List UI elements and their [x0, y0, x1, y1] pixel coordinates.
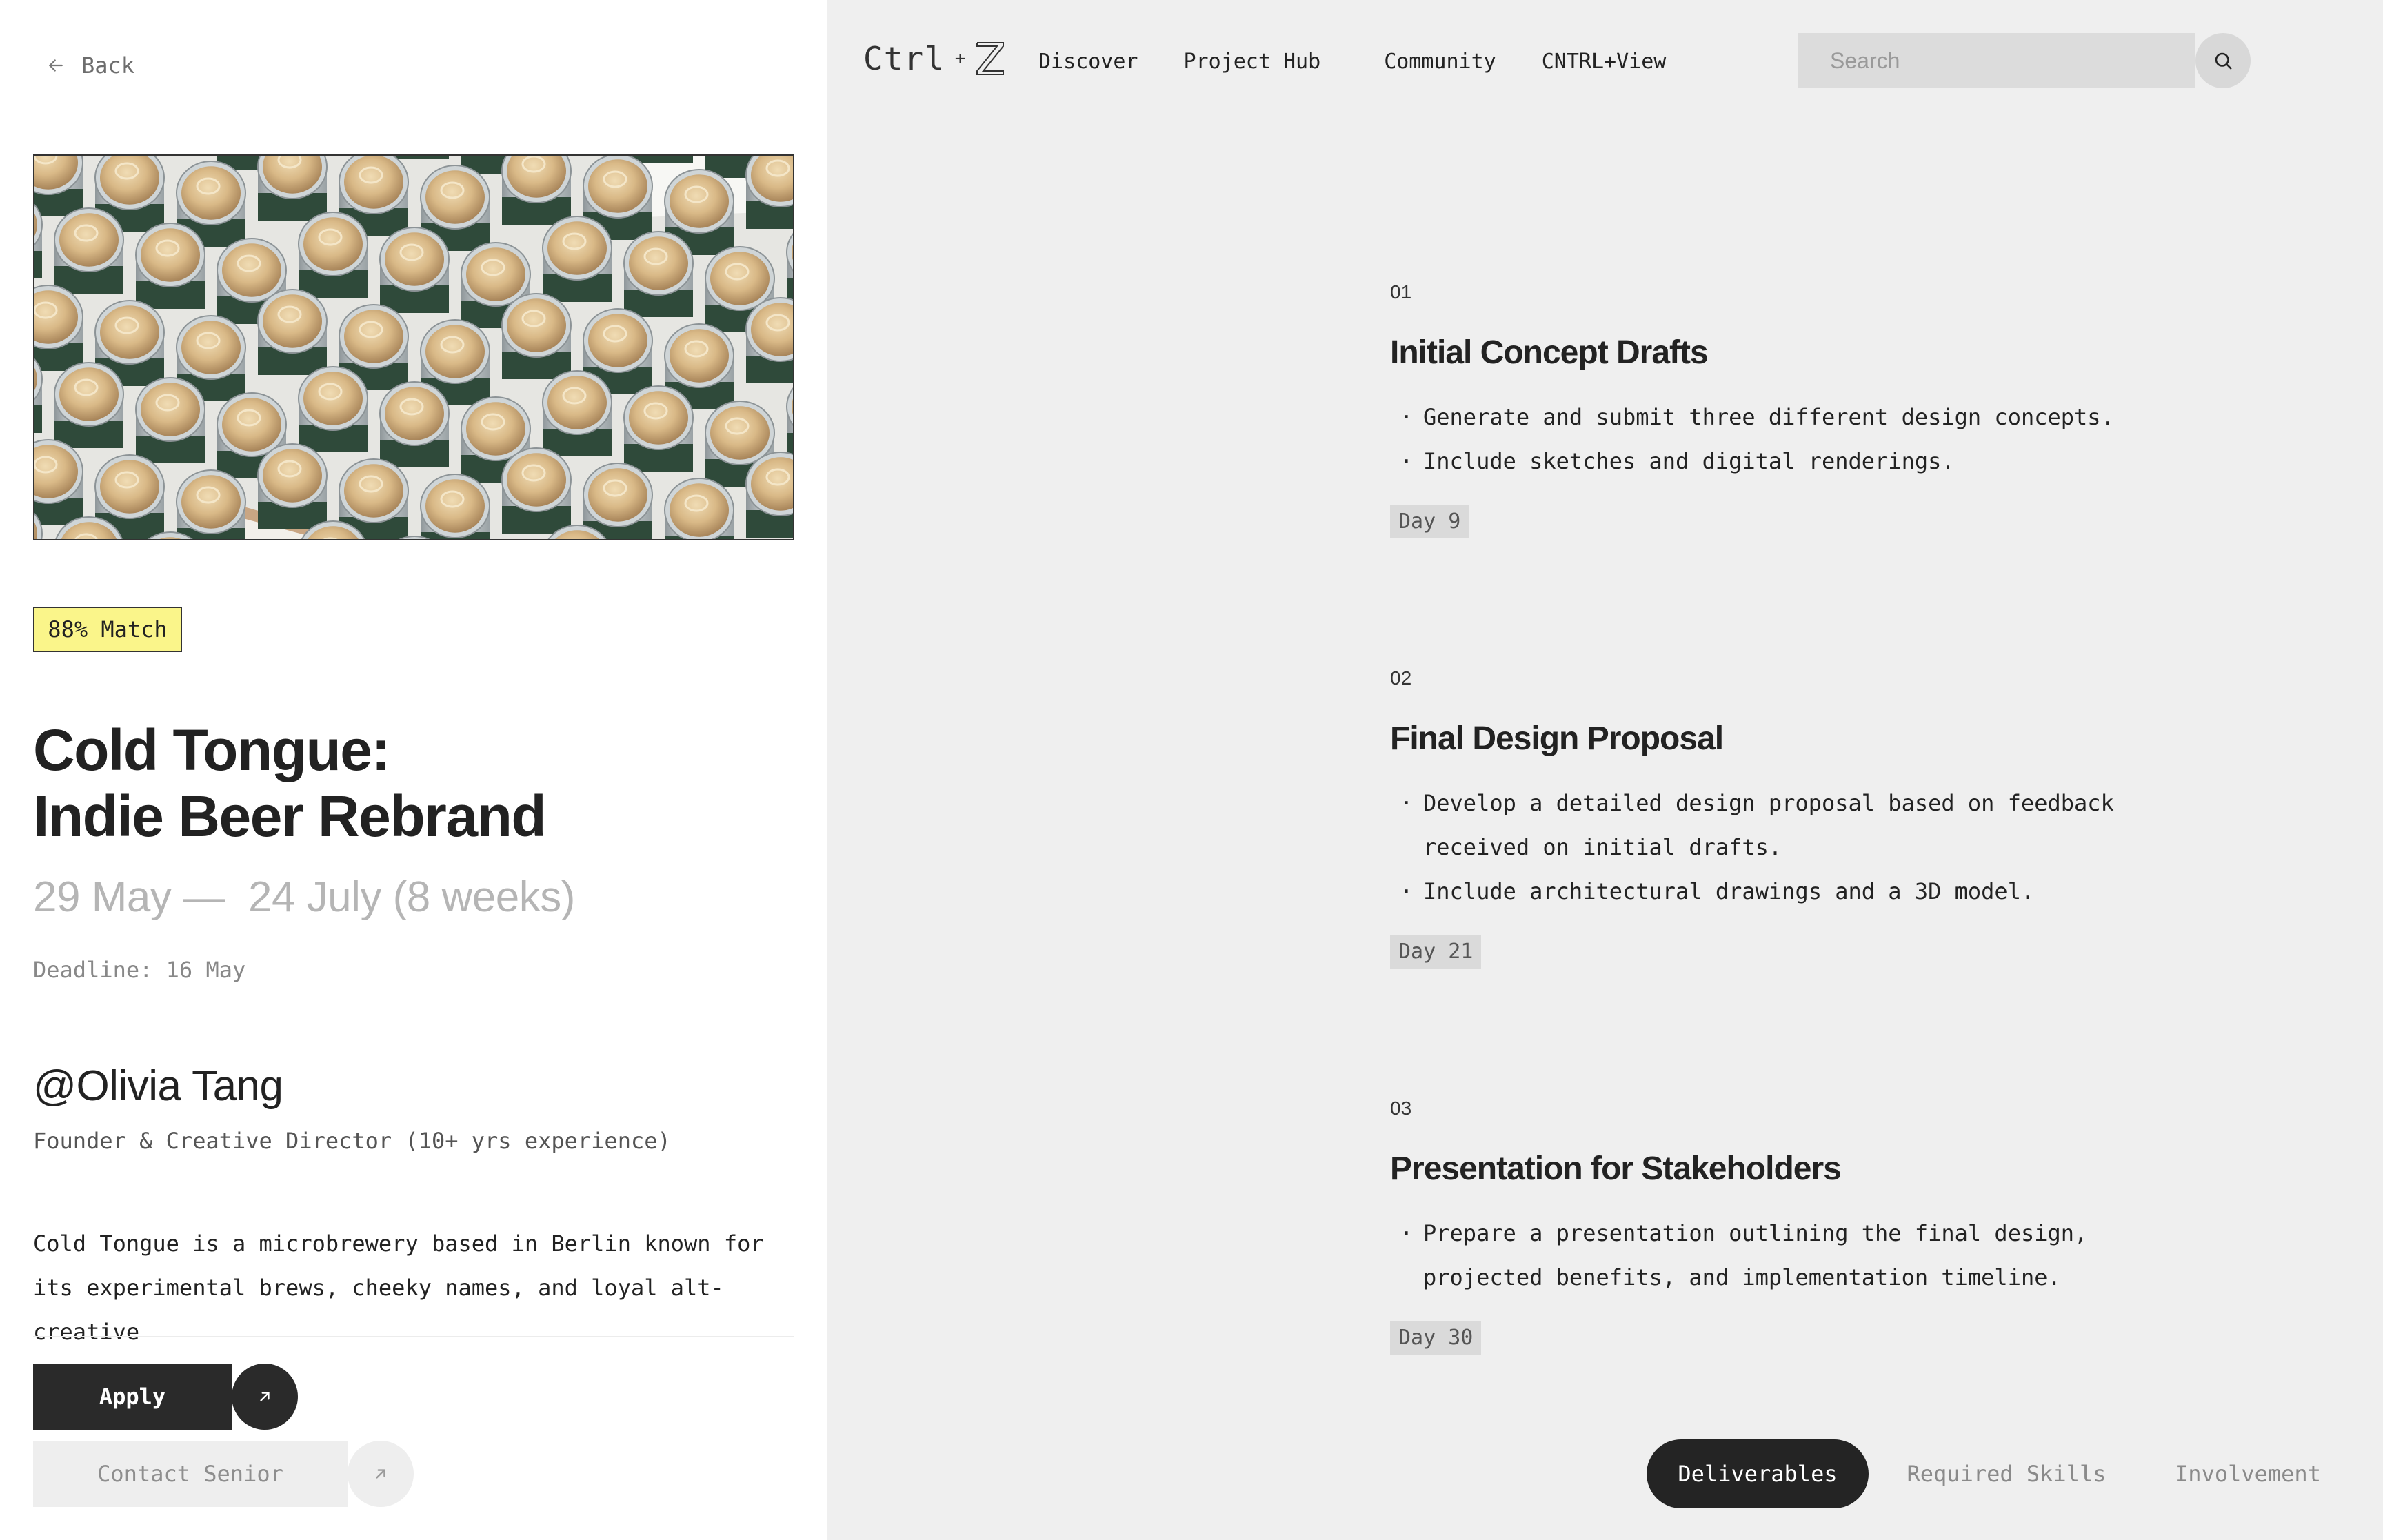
- deliverable-bullet: Generate and submit three different desi…: [1390, 395, 2190, 439]
- can-graphic: [542, 370, 612, 456]
- can-graphic: [135, 377, 205, 463]
- search-button[interactable]: [2195, 33, 2251, 88]
- can-graphic: [623, 231, 694, 317]
- deliverable-bullets: Develop a detailed design proposal based…: [1390, 781, 2286, 913]
- apply-arrow-button[interactable]: [232, 1364, 298, 1430]
- tab-involvement[interactable]: Involvement: [2144, 1439, 2351, 1508]
- can-graphic: [34, 439, 83, 525]
- deliverable-item: 03 Presentation for Stakeholders Prepare…: [1390, 1097, 2286, 1355]
- beer-cans-illustration: [34, 156, 793, 539]
- search-input[interactable]: [1830, 48, 2195, 74]
- project-detail-panel: Back 88% Match Cold Tongue: Indie Beer R…: [0, 0, 827, 1540]
- can-graphic: [298, 212, 368, 298]
- can-graphic: [664, 478, 734, 539]
- main-content: Ctrl + Discover Project Hub Community CN…: [827, 0, 2383, 1540]
- nav-community[interactable]: Community: [1384, 50, 1496, 74]
- deliverable-item: 01 Initial Concept Drafts Generate and s…: [1390, 281, 2286, 538]
- owner-role: Founder & Creative Director (10+ yrs exp…: [33, 1128, 671, 1154]
- contact-arrow-button[interactable]: [348, 1441, 414, 1507]
- ctrlz-logo[interactable]: Ctrl +: [863, 40, 1005, 77]
- can-graphic: [501, 293, 572, 379]
- deliverable-bullet: Develop a detailed design proposal based…: [1390, 781, 2190, 869]
- back-button[interactable]: Back: [46, 52, 134, 79]
- deliverable-bullets: Prepare a presentation outlining the fin…: [1390, 1211, 2286, 1299]
- match-badge: 88% Match: [33, 607, 182, 652]
- deliverable-day-tag: Day 21: [1390, 935, 1482, 969]
- can-graphic: [745, 452, 793, 538]
- nav-cntrl-view[interactable]: CNTRL+View: [1542, 50, 1667, 74]
- project-description: Cold Tongue is a microbrewery based in B…: [33, 1230, 764, 1345]
- nav-project-hub[interactable]: Project Hub: [1184, 50, 1321, 74]
- project-title: Cold Tongue: Indie Beer Rebrand: [33, 717, 792, 849]
- apply-button[interactable]: Apply: [33, 1364, 232, 1430]
- deliverable-day-tag: Day 30: [1390, 1321, 1482, 1355]
- deliverable-number: 03: [1390, 1097, 1412, 1119]
- can-graphic: [54, 207, 124, 294]
- can-graphic: [176, 469, 246, 539]
- can-graphic: [379, 227, 450, 313]
- logo-z-mark-icon: [976, 42, 1005, 75]
- deliverable-title: Final Design Proposal: [1390, 720, 1724, 757]
- can-graphic: [257, 156, 328, 221]
- divider: [33, 1336, 794, 1337]
- project-deadline: Deadline: 16 May: [33, 957, 246, 983]
- section-tabs: Deliverables Required Skills Involvement: [1647, 1439, 2351, 1508]
- can-graphic: [623, 385, 694, 472]
- can-graphic: [54, 362, 124, 448]
- deliverable-day-tag: Day 9: [1390, 505, 1469, 538]
- contact-senior-button[interactable]: Contact Senior: [33, 1441, 348, 1507]
- logo-plus: +: [954, 48, 966, 69]
- deliverable-title: Presentation for Stakeholders: [1390, 1151, 1842, 1187]
- project-hero-image: [33, 154, 794, 540]
- deliverable-number: 01: [1390, 281, 1412, 303]
- can-graphic: [745, 297, 793, 383]
- tab-deliverables[interactable]: Deliverables: [1647, 1439, 1869, 1508]
- deliverable-bullets: Generate and submit three different desi…: [1390, 395, 2286, 483]
- back-label: Back: [81, 52, 135, 79]
- nav-discover[interactable]: Discover: [1038, 50, 1138, 74]
- deliverable-item: 02 Final Design Proposal Develop a detai…: [1390, 667, 2286, 969]
- arrow-left-icon: [49, 59, 63, 72]
- deliverable-bullet: Prepare a presentation outlining the fin…: [1390, 1211, 2190, 1299]
- project-dates: 29 May — 24 July (8 weeks): [33, 873, 575, 921]
- can-graphic: [501, 156, 572, 225]
- can-graphic: [501, 447, 572, 534]
- can-graphic: [379, 381, 450, 467]
- can-graphic: [745, 156, 793, 229]
- can-graphic: [34, 156, 83, 216]
- can-graphic: [542, 216, 612, 302]
- search-icon: [2215, 52, 2232, 70]
- tab-required-skills[interactable]: Required Skills: [1869, 1439, 2144, 1508]
- arrow-up-right-icon: [376, 1469, 385, 1479]
- arrow-up-right-icon: [260, 1392, 270, 1401]
- can-graphic: [257, 289, 328, 375]
- owner-handle[interactable]: @Olivia Tang: [33, 1062, 283, 1111]
- can-graphic: [298, 366, 368, 452]
- main-nav: Discover Project Hub Community CNTRL+Vie…: [1038, 50, 1666, 74]
- can-graphic: [34, 285, 83, 371]
- deliverable-title: Initial Concept Drafts: [1390, 334, 1709, 371]
- deliverable-bullet: Include sketches and digital renderings.: [1390, 439, 2190, 483]
- deliverable-number: 02: [1390, 667, 1412, 689]
- can-graphic: [257, 443, 328, 529]
- can-graphic: [135, 223, 205, 309]
- deliverable-bullet: Include architectural drawings and a 3D …: [1390, 869, 2190, 913]
- can-graphic: [420, 474, 490, 539]
- project-title-line-1: Cold Tongue:: [33, 718, 390, 782]
- search-field[interactable]: [1798, 33, 2195, 88]
- project-title-line-2: Indie Beer Rebrand: [33, 784, 547, 849]
- logo-text: Ctrl: [863, 40, 945, 77]
